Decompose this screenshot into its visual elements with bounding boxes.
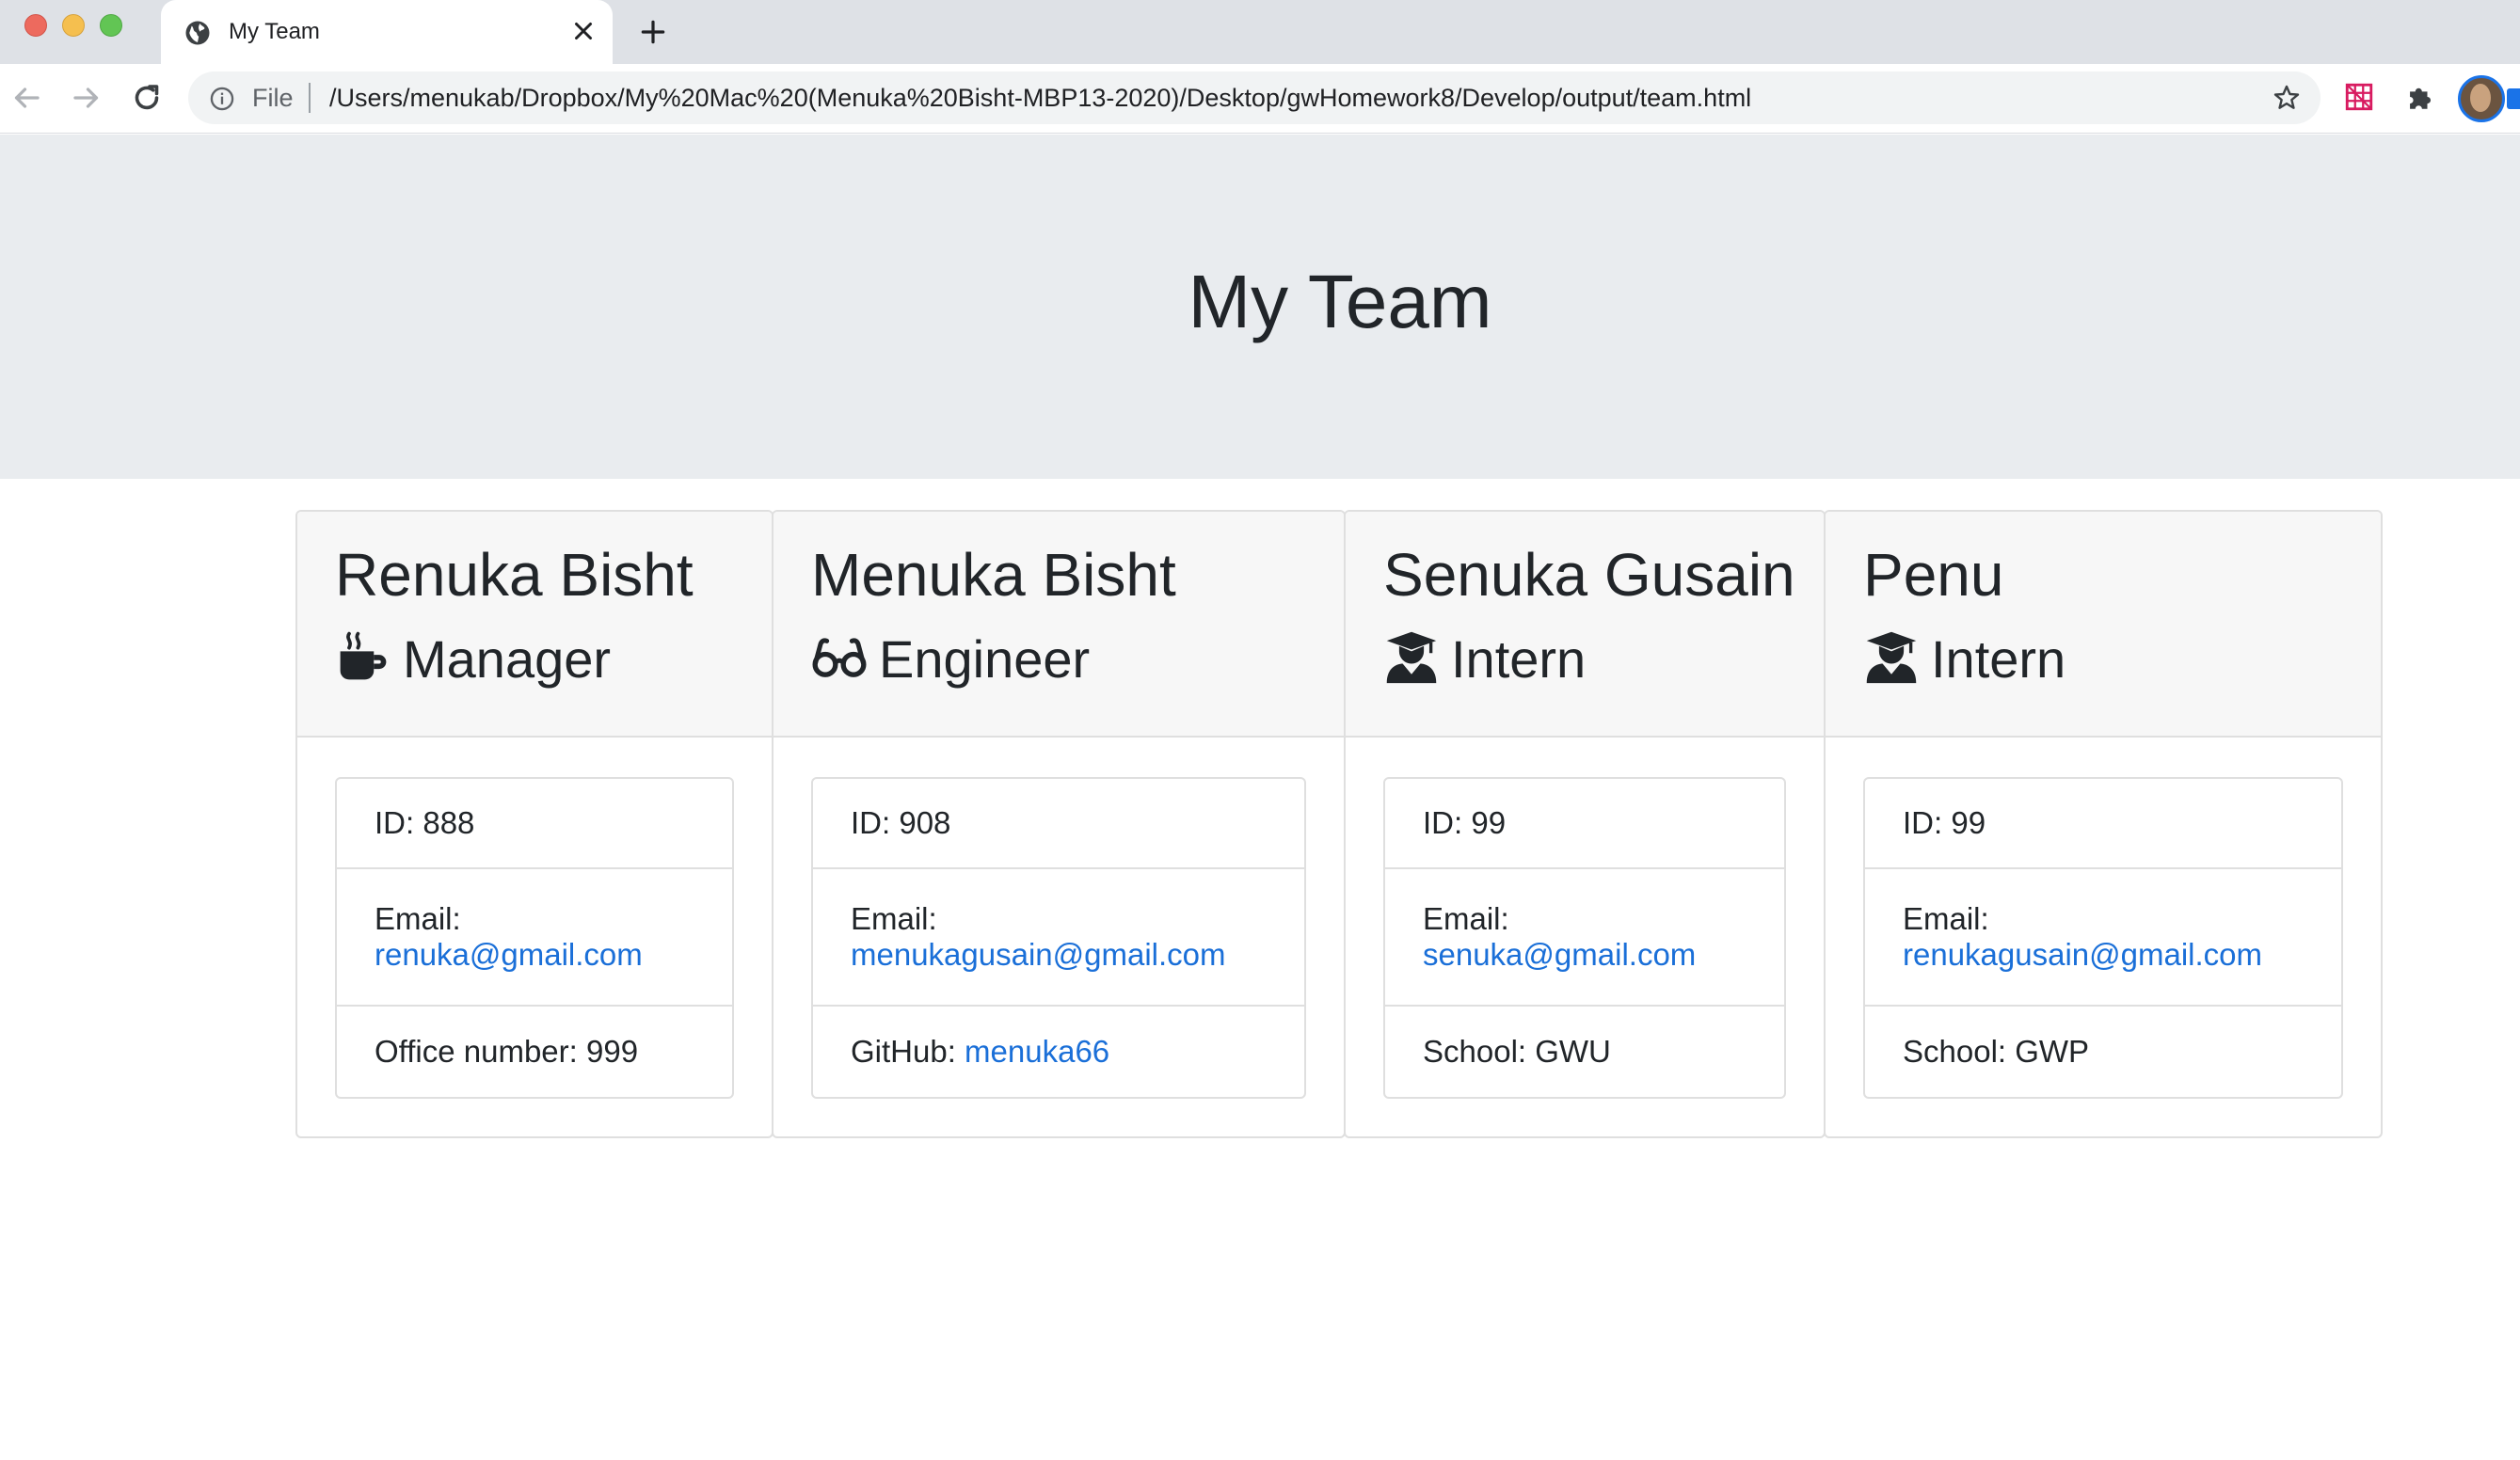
github-label: GitHub:	[851, 1034, 965, 1069]
school-row: School: GWP	[1903, 1034, 2090, 1069]
employee-id: ID: 888	[337, 779, 732, 869]
card-header: Penu Intern	[1826, 512, 2381, 738]
address-bar[interactable]: File /Users/menukab/Dropbox/My%20Mac%20(…	[188, 71, 2321, 124]
employee-role: Engineer	[811, 628, 1090, 690]
extension-grid-icon[interactable]	[2343, 81, 2375, 113]
close-window-button[interactable]	[24, 14, 47, 37]
employee-card: Senuka Gusain Intern ID: 99 Email: senuk…	[1344, 510, 1826, 1138]
employee-details: ID: 99 Email: renukagusain@gmail.com Sch…	[1863, 777, 2343, 1099]
globe-icon	[185, 21, 210, 45]
role-label: Manager	[403, 629, 612, 689]
email-label: Email:	[1423, 901, 1509, 936]
employee-details: ID: 99 Email: senuka@gmail.com School: G…	[1383, 777, 1786, 1099]
employee-email-row: Email: renukagusain@gmail.com	[1865, 869, 2341, 1007]
github-link[interactable]: menuka66	[965, 1034, 1109, 1069]
role-label: Intern	[1451, 629, 1587, 689]
close-tab-icon[interactable]	[569, 17, 598, 45]
employee-details: ID: 888 Email: renuka@gmail.com Office n…	[335, 777, 734, 1099]
bookmark-star-icon[interactable]	[2272, 83, 2302, 113]
email-link[interactable]: renuka@gmail.com	[375, 937, 694, 973]
browser-tab-bar: My Team	[0, 0, 2520, 64]
school-row: School: GWU	[1423, 1034, 1611, 1069]
mug-icon	[340, 631, 387, 680]
graduate-icon	[1866, 631, 1917, 684]
email-label: Email:	[1903, 901, 1989, 936]
employee-card: Menuka Bisht Engineer ID: 908 Email: men…	[772, 510, 1346, 1138]
browser-toolbar: File /Users/menukab/Dropbox/My%20Mac%20(…	[0, 64, 2520, 134]
url-text[interactable]: /Users/menukab/Dropbox/My%20Mac%20(Menuk…	[329, 84, 1751, 113]
email-label: Email:	[375, 901, 461, 936]
reload-icon[interactable]	[130, 81, 164, 115]
role-label: Engineer	[879, 629, 1091, 689]
card-header: Renuka Bisht Manager	[297, 512, 772, 738]
employee-details: ID: 908 Email: menukagusain@gmail.com Gi…	[811, 777, 1306, 1099]
employee-email-row: Email: senuka@gmail.com	[1385, 869, 1784, 1007]
minimize-window-button[interactable]	[62, 14, 85, 37]
profile-menu-edge[interactable]	[2507, 88, 2520, 109]
new-tab-icon[interactable]	[638, 17, 668, 47]
glasses-icon	[812, 638, 867, 677]
back-icon[interactable]	[9, 81, 43, 115]
avatar-face	[2470, 84, 2491, 112]
address-divider	[309, 83, 311, 113]
browser-tab[interactable]: My Team	[161, 0, 613, 64]
employee-email-row: Email: menukagusain@gmail.com	[813, 869, 1304, 1007]
employee-role: Intern	[1863, 628, 2065, 690]
tab-title: My Team	[229, 19, 320, 44]
graduate-icon	[1386, 631, 1437, 684]
employee-name: Renuka Bisht	[335, 541, 694, 609]
maximize-window-button[interactable]	[100, 14, 122, 37]
employee-email-row: Email: renuka@gmail.com	[337, 869, 732, 1007]
employee-name: Menuka Bisht	[811, 541, 1176, 609]
office-number: Office number: 999	[375, 1034, 639, 1069]
github-row: GitHub: menuka66	[813, 1007, 1304, 1097]
employee-role: Intern	[1383, 628, 1586, 690]
card-header: Senuka Gusain Intern	[1346, 512, 1824, 738]
puzzle-extensions-icon[interactable]	[2403, 81, 2435, 113]
card-header: Menuka Bisht Engineer	[774, 512, 1344, 738]
employee-id: ID: 99	[1385, 779, 1784, 869]
employee-id: ID: 99	[1865, 779, 2341, 869]
employee-card: Penu Intern ID: 99 Email: renukagusain@g…	[1824, 510, 2383, 1138]
employee-name: Penu	[1863, 541, 2004, 609]
email-label: Email:	[851, 901, 937, 936]
role-label: Intern	[1931, 629, 2066, 689]
file-scheme-label: File	[252, 84, 294, 112]
employee-card: Renuka Bisht Manager ID: 888 Email: renu…	[295, 510, 774, 1138]
info-icon[interactable]	[209, 86, 235, 112]
employee-name: Senuka Gusain	[1383, 541, 1795, 609]
forward-icon[interactable]	[70, 81, 104, 115]
email-link[interactable]: renukagusain@gmail.com	[1903, 937, 2304, 973]
page-title: My Team	[1188, 260, 1492, 343]
email-link[interactable]: senuka@gmail.com	[1423, 937, 1746, 973]
employee-id: ID: 908	[813, 779, 1304, 869]
header-banner: My Team	[0, 135, 2520, 479]
profile-avatar[interactable]	[2458, 75, 2505, 122]
employee-role: Manager	[335, 628, 611, 690]
email-link[interactable]: menukagusain@gmail.com	[851, 937, 1267, 973]
